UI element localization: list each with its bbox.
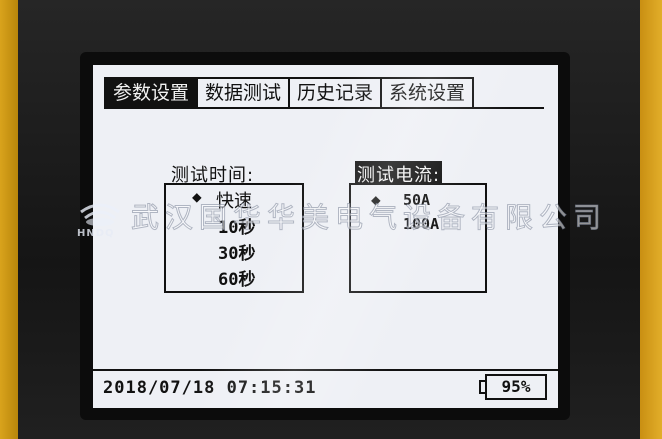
datetime-readout: 2018/07/18 07:15:31 (103, 378, 317, 398)
test-current-list[interactable]: ◆ 50A 100A (349, 183, 487, 293)
selection-diamond-icon: ◆ (371, 190, 381, 209)
test-time-option-fast[interactable]: 快速 (216, 187, 252, 213)
test-time-option-60s[interactable]: 60秒 (218, 265, 255, 290)
device-housing-right (640, 0, 662, 439)
tab-data-test[interactable]: 数据测试 (198, 77, 291, 109)
tab-divider (104, 107, 544, 109)
screen-glare (93, 65, 558, 408)
selection-diamond-icon: ◆ (192, 187, 202, 206)
status-divider (93, 369, 558, 371)
tab-system-settings[interactable]: 系统设置 (382, 77, 475, 109)
device-housing-left (0, 0, 18, 439)
test-current-option-100a[interactable]: 100A (403, 215, 439, 233)
test-time-list[interactable]: ◆ 快速 10秒 30秒 60秒 (164, 183, 304, 293)
tab-bar: 参数设置 数据测试 历史记录 系统设置 (104, 77, 475, 109)
lcd-screen: 参数设置 数据测试 历史记录 系统设置 测试时间: ◆ 快速 10秒 30秒 6… (93, 65, 558, 408)
battery-icon: 95% (485, 374, 547, 400)
test-current-option-50a[interactable]: 50A (403, 191, 430, 209)
battery-level: 95% (501, 377, 531, 396)
test-time-option-30s[interactable]: 30秒 (218, 239, 255, 264)
tab-parameter-settings[interactable]: 参数设置 (104, 77, 199, 109)
tab-history-records[interactable]: 历史记录 (290, 77, 383, 109)
test-time-option-10s[interactable]: 10秒 (218, 213, 255, 238)
